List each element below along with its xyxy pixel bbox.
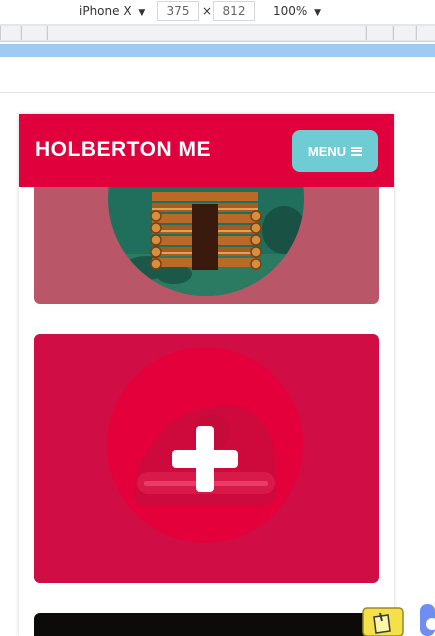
device-select[interactable]: iPhone X ▼ [79,0,145,22]
menu-label: MENU [307,143,347,159]
media-query-segment[interactable] [416,26,435,40]
dimension-separator: × [202,4,213,18]
media-query-segment[interactable] [47,26,365,40]
device-viewport: HOLBERTON ME MENU [0,94,435,636]
device-width-input[interactable]: 375 [157,1,199,21]
site-brand[interactable]: HOLBERTON ME [35,138,211,162]
plus-icon [107,347,303,543]
media-query-ruler[interactable] [0,24,435,42]
media-query-segment[interactable] [21,26,46,40]
devtools-spacer [0,57,435,93]
devtools-device-toolbar: iPhone X ▼ 375 × 812 100% ▼ [0,0,435,24]
media-query-segment[interactable] [393,26,415,40]
device-height-input[interactable]: 812 [213,1,255,21]
site-header: HOLBERTON ME MENU [19,114,394,187]
chevron-down-icon: ▼ [314,8,322,18]
zoom-level: 100% [273,4,308,18]
mobile-page: HOLBERTON ME MENU [19,114,394,636]
media-query-segment[interactable] [366,26,392,40]
device-name: iPhone X [79,4,132,18]
add-project-card[interactable] [34,334,379,583]
chevron-down-icon: ▼ [138,8,146,18]
media-query-segment[interactable] [0,26,20,40]
width-ruler[interactable] [0,44,435,57]
hamburger-icon [351,146,363,156]
sticky-note-icon[interactable] [362,607,404,636]
menu-button[interactable]: MENU [292,130,378,172]
side-widget-icon[interactable] [418,600,435,636]
zoom-select[interactable]: 100% ▼ [273,0,321,22]
dark-project-card[interactable] [34,613,379,636]
